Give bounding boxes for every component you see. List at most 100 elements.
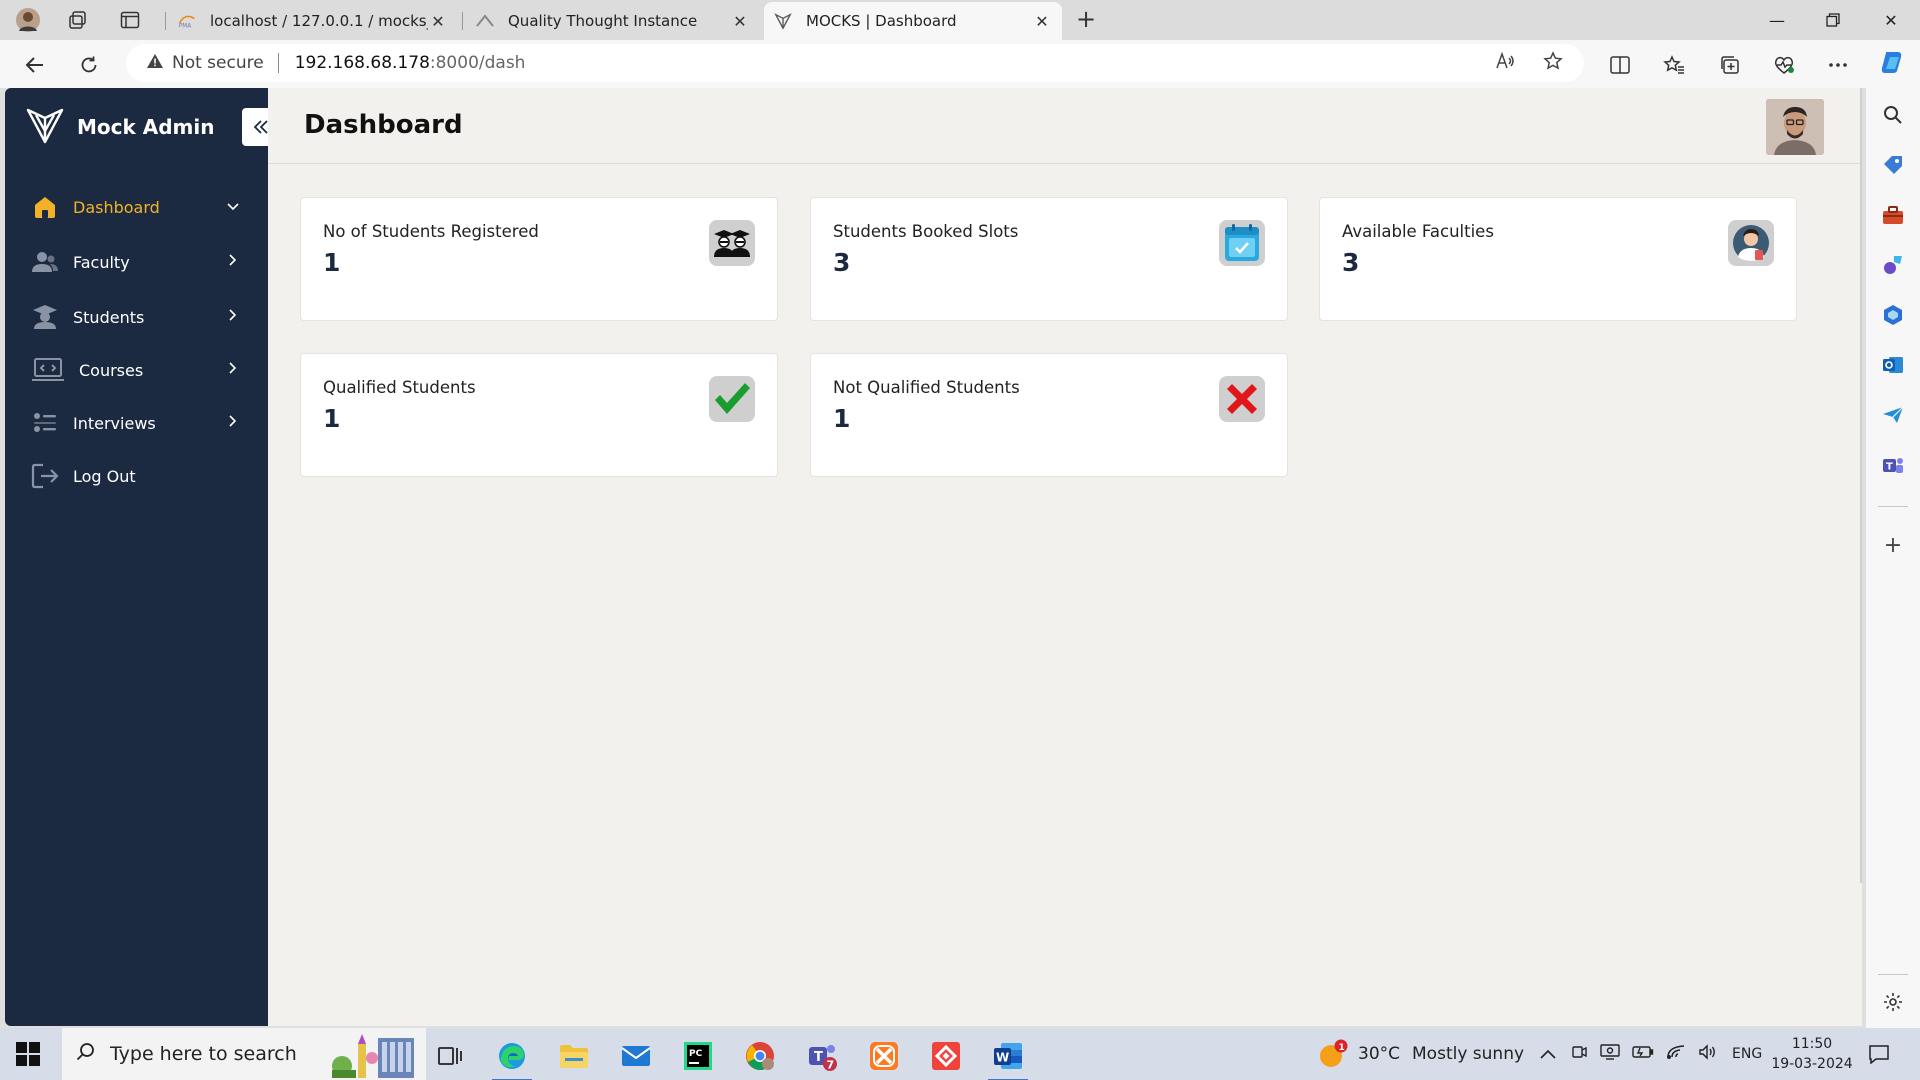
word-icon[interactable]: W (986, 1036, 1030, 1080)
sidebar-item-students[interactable]: Students (31, 300, 241, 334)
card-label: No of Students Registered (323, 222, 539, 241)
stat-card-booked-slots[interactable]: Students Booked Slots 3 (810, 197, 1288, 321)
xampp-icon[interactable] (862, 1036, 906, 1076)
stat-card-qualified-students[interactable]: Qualified Students 1 (300, 353, 778, 477)
minimize-button[interactable]: — (1750, 0, 1804, 40)
microsoft-365-icon[interactable] (1881, 303, 1905, 327)
card-value: 1 (833, 404, 851, 433)
volume-icon[interactable] (1698, 1043, 1718, 1065)
tab-title: Quality Thought Instance (508, 12, 698, 30)
favorite-star-icon[interactable] (1540, 48, 1566, 74)
new-tab-button[interactable]: + (1072, 6, 1100, 34)
read-aloud-icon[interactable] (1492, 48, 1518, 74)
weather-widget[interactable]: 1 30°C Mostly sunny (1318, 1028, 1524, 1080)
add-icon[interactable]: + (1881, 533, 1905, 558)
tab-actions-icon[interactable] (116, 6, 144, 34)
sidebar-item-courses[interactable]: Courses (31, 353, 241, 387)
back-button[interactable] (20, 50, 50, 80)
favorites-icon[interactable] (1660, 52, 1688, 78)
address-divider (277, 53, 279, 73)
display-icon[interactable] (1600, 1043, 1620, 1065)
sidebar-item-dashboard[interactable]: Dashboard (31, 190, 241, 224)
sliders-icon (31, 410, 59, 436)
weather-temp: 30°C (1358, 1044, 1401, 1064)
tab-mocks-dashboard[interactable]: MOCKS | Dashboard ✕ (764, 2, 1062, 40)
search-icon[interactable] (1881, 103, 1905, 127)
user-avatar[interactable] (1766, 99, 1824, 155)
shopping-tag-icon[interactable] (1881, 153, 1905, 177)
url-path: :8000/dash (429, 53, 526, 73)
collections-icon[interactable] (1716, 52, 1744, 78)
edge-browser-icon[interactable] (490, 1036, 534, 1080)
security-label[interactable]: Not secure (172, 53, 264, 73)
search-placeholder: Type here to search (110, 1043, 297, 1065)
stat-card-not-qualified-students[interactable]: Not Qualified Students 1 (810, 353, 1288, 477)
chrome-profile-icon[interactable] (738, 1036, 782, 1076)
outlook-icon[interactable] (1881, 353, 1905, 377)
browser-essentials-icon[interactable] (1770, 52, 1798, 78)
stat-card-available-faculties[interactable]: Available Faculties 3 (1319, 197, 1797, 321)
edge-sidebar: T + (1866, 88, 1920, 1028)
gear-icon[interactable] (1881, 990, 1905, 1014)
card-value: 3 (833, 248, 851, 277)
meet-now-icon[interactable] (1570, 1044, 1588, 1065)
workspaces-icon[interactable] (64, 6, 92, 34)
teams-icon[interactable]: T (1881, 453, 1905, 477)
close-icon[interactable]: ✕ (1032, 12, 1052, 31)
phpmyadmin-icon: PMA (178, 12, 196, 30)
tab-quality-thought[interactable]: Quality Thought Instance ✕ (466, 2, 760, 40)
window-close-button[interactable]: ✕ (1864, 0, 1918, 40)
windows-taskbar: Type here to search PC T7 W 1 30°C Mostl… (0, 1028, 1920, 1080)
cross-mark-icon (1219, 376, 1265, 422)
address-bar[interactable]: Not secure 192.168.68.178:8000/dash (126, 44, 1584, 82)
tab-phpmyadmin[interactable]: PMA localhost / 127.0.0.1 / mocks_v6.0 ✕ (168, 2, 458, 40)
arrow-icon (476, 12, 494, 30)
svg-text:PMA: PMA (179, 24, 191, 30)
edge-sidebar-divider (1878, 506, 1908, 507)
mock-logo-icon (774, 12, 792, 30)
card-label: Students Booked Slots (833, 222, 1019, 241)
teams-taskbar-icon[interactable]: T7 (800, 1036, 844, 1076)
windows-start-icon[interactable] (16, 1042, 40, 1066)
clock-date: 19-03-2024 (1771, 1056, 1853, 1072)
stat-card-students-registered[interactable]: No of Students Registered 1 (300, 197, 778, 321)
file-explorer-icon[interactable] (552, 1036, 596, 1076)
sidebar-item-label: Students (73, 307, 145, 327)
task-view-icon[interactable] (428, 1036, 472, 1076)
more-options-icon[interactable] (1824, 52, 1852, 78)
chevron-right-icon (225, 415, 241, 431)
graduate-icon (31, 304, 59, 330)
logout-icon (31, 463, 59, 489)
brand[interactable]: Mock Admin (25, 104, 215, 150)
tools-icon[interactable] (1881, 203, 1905, 227)
system-clock[interactable]: 11:50 19-03-2024 (1770, 1034, 1854, 1074)
svg-text:T: T (814, 1050, 823, 1065)
games-icon[interactable] (1881, 253, 1905, 277)
taskbar-search-input[interactable]: Type here to search (62, 1028, 426, 1080)
split-screen-icon[interactable] (1606, 52, 1634, 78)
mail-icon[interactable] (614, 1036, 658, 1076)
close-icon[interactable]: ✕ (428, 12, 448, 31)
refresh-button[interactable] (74, 50, 104, 80)
warning-icon[interactable] (146, 53, 164, 74)
search-icon (76, 1042, 96, 1067)
copilot-icon[interactable] (1878, 49, 1906, 75)
pycharm-icon[interactable]: PC (676, 1036, 720, 1076)
notifications-icon[interactable] (1868, 1028, 1890, 1080)
battery-icon[interactable] (1632, 1044, 1654, 1064)
svg-text:1: 1 (1339, 1043, 1345, 1053)
close-icon[interactable]: ✕ (730, 12, 750, 31)
sidebar-item-interviews[interactable]: Interviews (31, 406, 241, 440)
home-icon (31, 194, 59, 220)
sidebar-item-faculty[interactable]: Faculty (31, 245, 241, 279)
language-indicator[interactable]: ENG (1732, 1046, 1762, 1062)
sidebar-item-logout[interactable]: Log Out (31, 459, 241, 493)
page-scrollbar[interactable] (1860, 88, 1862, 883)
page-title: Dashboard (304, 110, 463, 140)
profile-avatar-icon[interactable] (14, 6, 42, 34)
restore-button[interactable] (1806, 0, 1860, 40)
chevron-up-icon[interactable] (1540, 1044, 1556, 1064)
wifi-icon[interactable] (1666, 1044, 1686, 1065)
send-icon[interactable] (1881, 403, 1905, 427)
anydesk-icon[interactable] (924, 1036, 968, 1076)
